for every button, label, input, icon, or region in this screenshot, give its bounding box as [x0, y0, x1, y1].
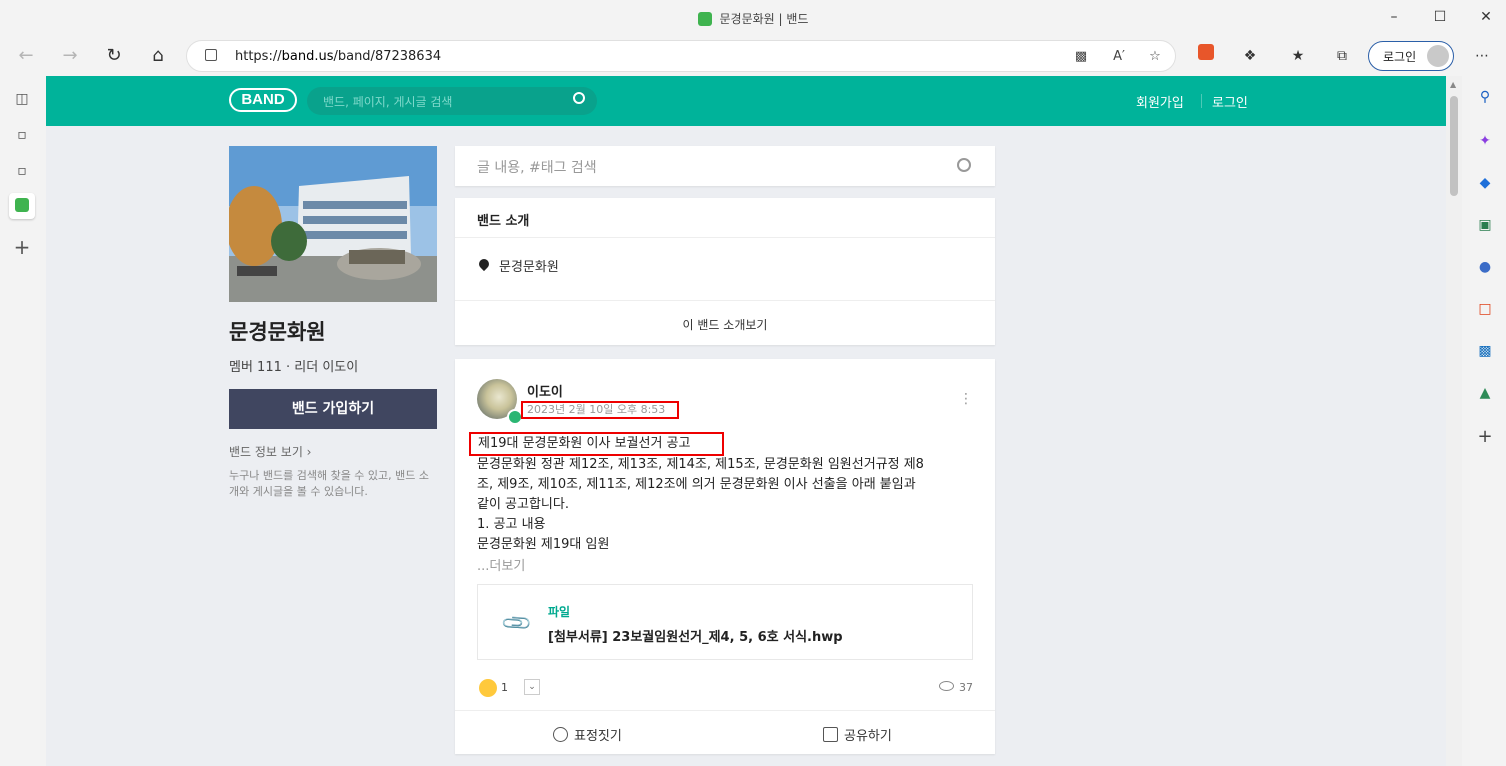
tab-page-icon[interactable]: ▫: [9, 122, 35, 148]
band-favicon-icon: [15, 198, 29, 212]
extension-ex-icon[interactable]: [1194, 44, 1218, 68]
post-search-input[interactable]: 글 내용, #태그 검색: [455, 146, 995, 186]
lock-icon: [205, 49, 217, 61]
post-body-line: 문경문화원 제19대 임원: [477, 537, 610, 552]
office-icon[interactable]: □: [1474, 298, 1496, 320]
back-icon[interactable]: ←: [12, 42, 40, 70]
chevron-down-icon[interactable]: ⌄: [524, 679, 540, 695]
divider: [455, 300, 995, 301]
tab-page-icon[interactable]: ▫: [9, 158, 35, 184]
post-author[interactable]: 이도이: [527, 381, 563, 400]
join-band-button[interactable]: 밴드 가입하기: [229, 389, 437, 429]
paperclip-icon: 📎: [499, 605, 534, 641]
search-icon[interactable]: [573, 92, 585, 104]
home-icon[interactable]: ⌂: [144, 42, 172, 70]
profile-login-button[interactable]: 로그인: [1368, 41, 1454, 71]
window-title: 문경문화원 | 밴드: [0, 10, 1506, 27]
browser-toolbar: ← → ↻ ⌂ https://band.us/band/87238634 ▩ …: [0, 36, 1506, 76]
refresh-icon[interactable]: ↻: [100, 42, 128, 70]
post-headline: 제19대 문경문화원 이사 보궐선거 공고: [469, 432, 724, 456]
band-name: 문경문화원: [229, 320, 326, 344]
band-logo[interactable]: BAND: [229, 88, 297, 112]
band-favicon-icon: [697, 12, 712, 26]
view-intro-button[interactable]: 이 밴드 소개보기: [455, 316, 995, 333]
intro-location: 문경문화원: [499, 260, 559, 275]
file-label: 파일: [548, 605, 571, 619]
collections-icon[interactable]: ⧉: [1330, 44, 1354, 68]
more-options-icon[interactable]: ⋯: [1470, 44, 1494, 68]
post-card: 이도이 2023년 2월 10일 오후 8:53 ⋮ 제19대 문경문화원 이사…: [455, 359, 995, 754]
add-sidebar-app-icon[interactable]: +: [1474, 426, 1496, 448]
forward-icon[interactable]: →: [56, 42, 84, 70]
location-pin-icon: [476, 256, 492, 272]
url-text[interactable]: https://band.us/band/87238634: [235, 49, 441, 64]
favorites-icon[interactable]: ★: [1286, 44, 1310, 68]
post-body-line: 같이 공고합니다.: [477, 497, 569, 512]
qr-code-icon[interactable]: ▩: [1071, 47, 1091, 67]
view-count: 37: [939, 681, 973, 694]
login-link[interactable]: 로그인: [1212, 92, 1248, 111]
divider: [455, 237, 995, 238]
band-search-input[interactable]: 밴드, 페이지, 게시글 검색: [307, 87, 597, 115]
tools-icon[interactable]: ▣: [1474, 214, 1496, 236]
window-titlebar: 문경문화원 | 밴드 – ☐ ✕: [0, 0, 1506, 36]
page-viewport: BAND 밴드, 페이지, 게시글 검색 회원가입 로그인 문경문화원 멤버 1…: [46, 76, 1446, 766]
signup-link[interactable]: 회원가입: [1136, 92, 1184, 111]
extensions-puzzle-icon[interactable]: ❖: [1238, 44, 1262, 68]
band-info-link[interactable]: 밴드 정보 보기 ›: [229, 443, 311, 460]
post-body-line: 1. 공고 내용: [477, 517, 546, 532]
band-cover-image: [229, 146, 437, 302]
post-body-line: 조, 제9조, 제10조, 제11조, 제12조에 의거 문경문화원 이사 선출…: [477, 477, 916, 492]
divider: [455, 710, 995, 711]
page-scrollbar[interactable]: ▲: [1446, 76, 1462, 766]
games-icon[interactable]: ●: [1474, 256, 1496, 278]
smiley-icon: [553, 727, 568, 742]
intro-title: 밴드 소개: [477, 214, 530, 229]
scroll-up-icon[interactable]: ▲: [1450, 80, 1456, 89]
address-bar[interactable]: https://band.us/band/87238634 ▩ A′ ☆: [186, 40, 1176, 72]
band-description: 누구나 밴드를 검색해 찾을 수 있고, 밴드 소개와 게시글을 볼 수 있습니…: [229, 469, 430, 498]
shopping-tag-icon[interactable]: ◆: [1474, 172, 1496, 194]
read-more-link[interactable]: ...더보기: [477, 555, 525, 574]
profile-avatar-icon: [1427, 45, 1449, 67]
share-button[interactable]: 공유하기: [823, 725, 892, 744]
drop-tree-icon[interactable]: ▲: [1474, 382, 1496, 404]
vertical-tabs-bar: ◫ ▫ ▫ +: [0, 76, 47, 766]
post-body-line: 문경문화원 정관 제12조, 제13조, 제14조, 제15조, 문경문화원 임…: [477, 457, 924, 472]
post-date: 2023년 2월 10일 오후 8:53: [521, 401, 679, 419]
share-icon: [823, 727, 838, 742]
read-aloud-icon[interactable]: A′: [1109, 47, 1129, 67]
file-name[interactable]: [첨부서류] 23보궐임원선거_제4, 5, 6호 서식.hwp: [548, 626, 843, 645]
copilot-icon[interactable]: ✦: [1474, 130, 1496, 152]
band-meta: 멤버 111 · 리더 이도이: [229, 360, 359, 375]
search-icon[interactable]: [957, 158, 971, 172]
eye-icon: [939, 681, 954, 691]
edge-sidebar: ⚲ ✦ ◆ ▣ ● □ ▩ ▲ +: [1462, 76, 1506, 766]
smile-emoji-icon[interactable]: [479, 679, 497, 697]
search-icon[interactable]: ⚲: [1474, 86, 1496, 108]
band-intro-card: 밴드 소개 문경문화원 이 밴드 소개보기: [455, 198, 995, 345]
scrollbar-thumb[interactable]: [1450, 96, 1458, 196]
emotion-button[interactable]: 표정짓기: [553, 725, 622, 744]
post-more-icon[interactable]: ⋮: [959, 391, 973, 407]
new-tab-icon[interactable]: +: [9, 234, 35, 260]
band-header: BAND 밴드, 페이지, 게시글 검색 회원가입 로그인: [46, 76, 1446, 126]
file-attachment[interactable]: 📎 파일 [첨부서류] 23보궐임원선거_제4, 5, 6호 서식.hwp: [477, 584, 973, 660]
reaction-count: 1: [501, 681, 508, 694]
maximize-icon[interactable]: ☐: [1420, 4, 1460, 30]
header-divider: [1201, 94, 1202, 108]
close-icon[interactable]: ✕: [1466, 4, 1506, 30]
minimize-icon[interactable]: –: [1374, 4, 1414, 30]
tab-band-active[interactable]: [9, 193, 35, 219]
tab-actions-icon[interactable]: ◫: [9, 86, 35, 112]
outlook-icon[interactable]: ▩: [1474, 340, 1496, 362]
post-body: 문경문화원 정관 제12조, 제13조, 제14조, 제15조, 문경문화원 임…: [477, 455, 977, 555]
add-favorite-icon[interactable]: ☆: [1145, 47, 1165, 67]
